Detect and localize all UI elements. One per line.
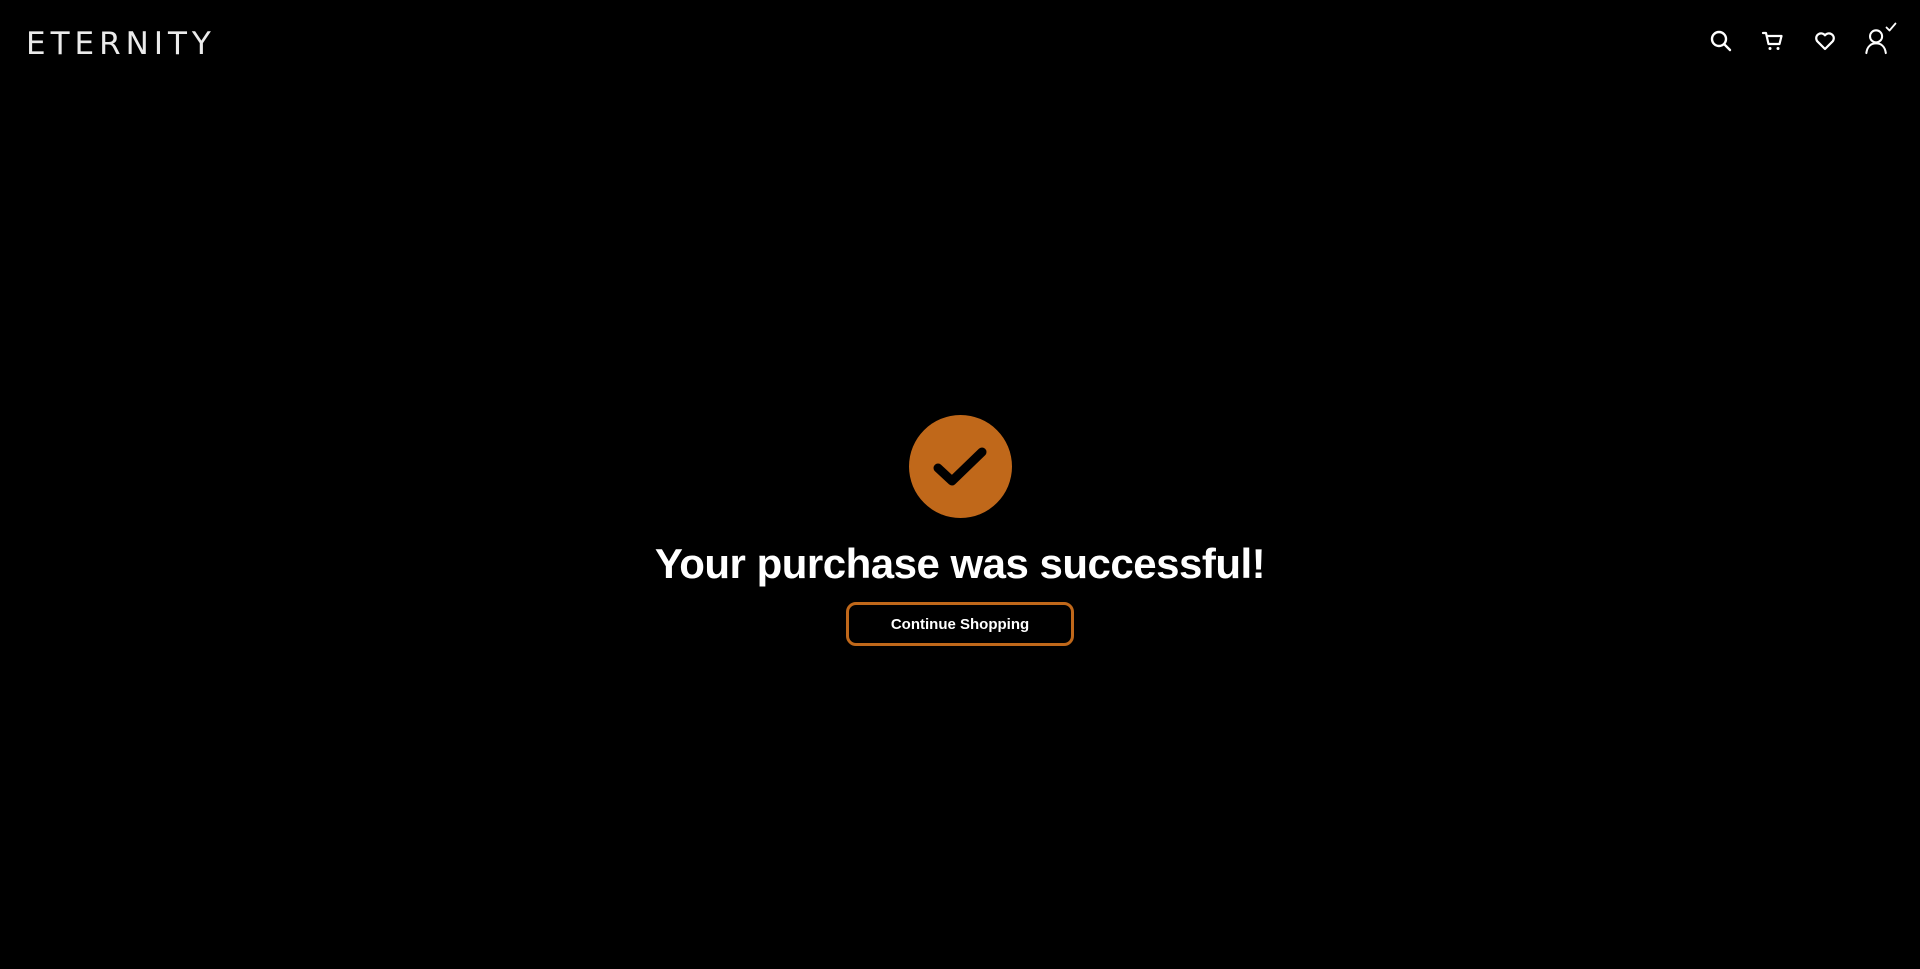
check-icon <box>933 447 987 485</box>
heart-icon <box>1815 32 1835 51</box>
search-icon <box>1710 30 1732 52</box>
site-header: ETERNITY <box>0 0 1920 86</box>
cart-icon <box>1761 31 1783 50</box>
site-logo[interactable]: ETERNITY <box>26 26 216 62</box>
success-panel: Your purchase was successful! Continue S… <box>0 415 1920 646</box>
account-button[interactable] <box>1864 22 1897 56</box>
check-icon <box>1885 22 1897 32</box>
success-check-badge <box>908 415 1012 518</box>
cart-button[interactable] <box>1760 26 1786 56</box>
header-nav-icons <box>1708 22 1897 56</box>
success-heading: Your purchase was successful! <box>654 540 1266 587</box>
wishlist-button[interactable] <box>1812 26 1838 56</box>
continue-shopping-button[interactable]: Continue Shopping <box>846 602 1074 646</box>
search-button[interactable] <box>1708 26 1734 56</box>
